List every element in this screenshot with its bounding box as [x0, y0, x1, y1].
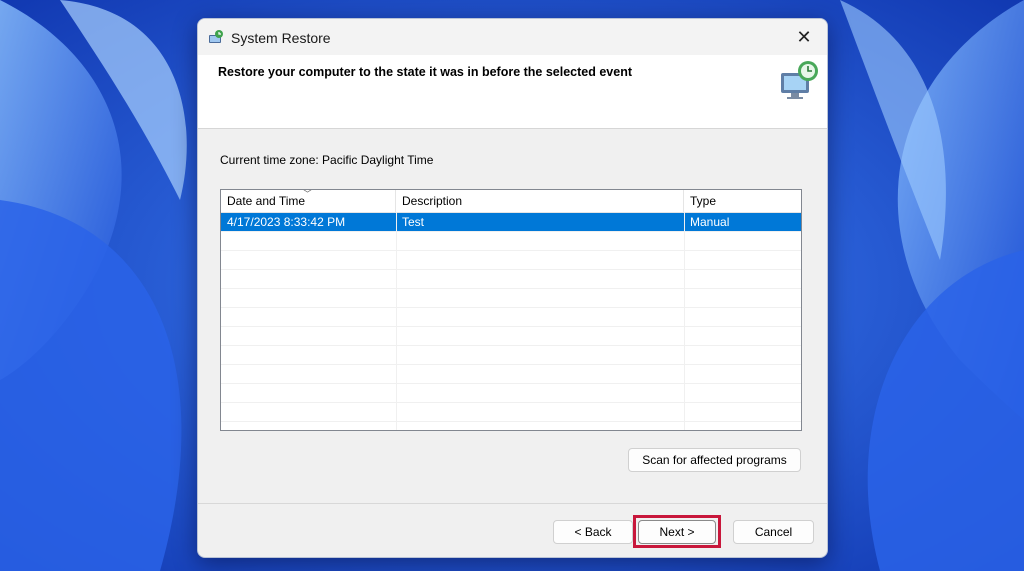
column-header-label: Description — [402, 194, 463, 208]
empty-row — [221, 403, 801, 422]
header-instruction: Restore your computer to the state it wa… — [218, 65, 632, 79]
cell-date-time: 4/17/2023 8:33:42 PM — [227, 215, 346, 229]
window-title: System Restore — [231, 30, 331, 46]
empty-row — [221, 270, 801, 289]
scan-affected-programs-button[interactable]: Scan for affected programs — [628, 448, 801, 472]
column-header-label: Date and Time — [227, 194, 306, 208]
empty-row — [221, 251, 801, 270]
empty-row — [221, 308, 801, 327]
header-panel: Restore your computer to the state it wa… — [198, 55, 827, 129]
empty-row — [221, 365, 801, 384]
restore-computer-icon — [781, 61, 818, 99]
close-icon: ✕ — [796, 26, 812, 47]
column-header-description[interactable]: Description — [396, 190, 684, 212]
list-header: Date and Time ﹀ Description Type — [221, 190, 801, 213]
empty-row — [221, 232, 801, 251]
footer-divider — [198, 503, 827, 504]
column-divider — [396, 212, 397, 430]
cell-description: Test — [402, 215, 425, 229]
system-restore-dialog: System Restore ✕ Restore your computer t… — [197, 18, 828, 558]
system-restore-icon — [209, 30, 223, 43]
next-button-highlight-box — [633, 515, 721, 548]
sort-descending-icon: ﹀ — [303, 189, 313, 199]
current-timezone-label: Current time zone: Pacific Daylight Time — [220, 153, 434, 167]
restore-point-row[interactable]: 4/17/2023 8:33:42 PM Test Manual — [221, 213, 801, 232]
cancel-button[interactable]: Cancel — [733, 520, 814, 544]
back-button[interactable]: < Back — [553, 520, 633, 544]
column-header-date-time[interactable]: Date and Time ﹀ — [221, 190, 396, 212]
title-bar: System Restore ✕ — [198, 19, 827, 55]
empty-row — [221, 289, 801, 308]
empty-row — [221, 327, 801, 346]
restore-points-list[interactable]: Date and Time ﹀ Description Type 4/17/20… — [220, 189, 802, 431]
column-header-label: Type — [690, 194, 717, 208]
close-button[interactable]: ✕ — [781, 19, 827, 55]
cell-type: Manual — [690, 215, 730, 229]
empty-row — [221, 346, 801, 365]
empty-row — [221, 384, 801, 403]
column-divider — [684, 212, 685, 430]
column-header-type[interactable]: Type — [684, 190, 801, 212]
